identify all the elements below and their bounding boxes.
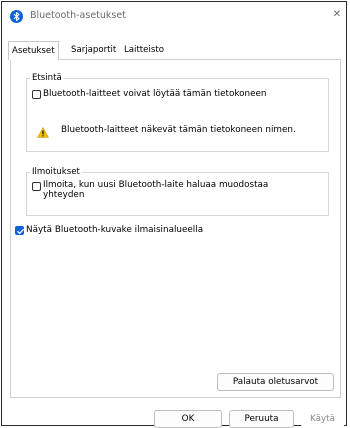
warning-icon <box>37 127 49 138</box>
show-tray-icon-label: Näytä Bluetooth-kuvake ilmaisinalueella <box>26 225 204 235</box>
discovery-warning-text: Bluetooth-laitteet näkevät tämän tietoko… <box>61 125 296 135</box>
discovery-group: Etsintä Bluetooth-laitteet voivat löytää… <box>26 73 329 152</box>
notifications-group-label: Ilmoitukset <box>30 167 82 178</box>
window-title: Bluetooth-asetukset <box>30 10 126 21</box>
checkmark-icon <box>17 228 24 235</box>
allow-discovery-checkbox[interactable] <box>32 90 41 99</box>
settings-panel: Etsintä Bluetooth-laitteet voivat löytää… <box>10 59 341 398</box>
discovery-group-label: Etsintä <box>30 73 64 84</box>
show-tray-icon-checkbox[interactable] <box>15 226 24 235</box>
title-bar: Bluetooth-asetukset ✕ <box>2 2 346 32</box>
allow-discovery-label: Bluetooth-laitteet voivat löytää tämän t… <box>43 89 267 99</box>
close-button[interactable]: ✕ <box>330 8 344 22</box>
bluetooth-settings-window: Bluetooth-asetukset ✕ Asetukset Sarjapor… <box>1 1 347 428</box>
cancel-button[interactable]: Peruuta <box>229 410 294 428</box>
restore-defaults-button[interactable]: Palauta oletusarvot <box>217 373 334 391</box>
notifications-group: Ilmoitukset Ilmoita, kun uusi Bluetooth-… <box>26 167 329 216</box>
ok-button[interactable]: OK <box>154 410 222 428</box>
apply-button[interactable]: Käytä <box>301 410 344 428</box>
bluetooth-icon <box>10 10 23 23</box>
new-device-alert-checkbox[interactable] <box>32 182 41 191</box>
tab-settings[interactable]: Asetukset <box>8 41 59 60</box>
new-device-alert-label-line2: yhteyden <box>43 190 85 200</box>
tab-serial-ports[interactable]: Sarjaportit <box>68 43 119 59</box>
tab-hardware[interactable]: Laitteisto <box>121 43 167 59</box>
